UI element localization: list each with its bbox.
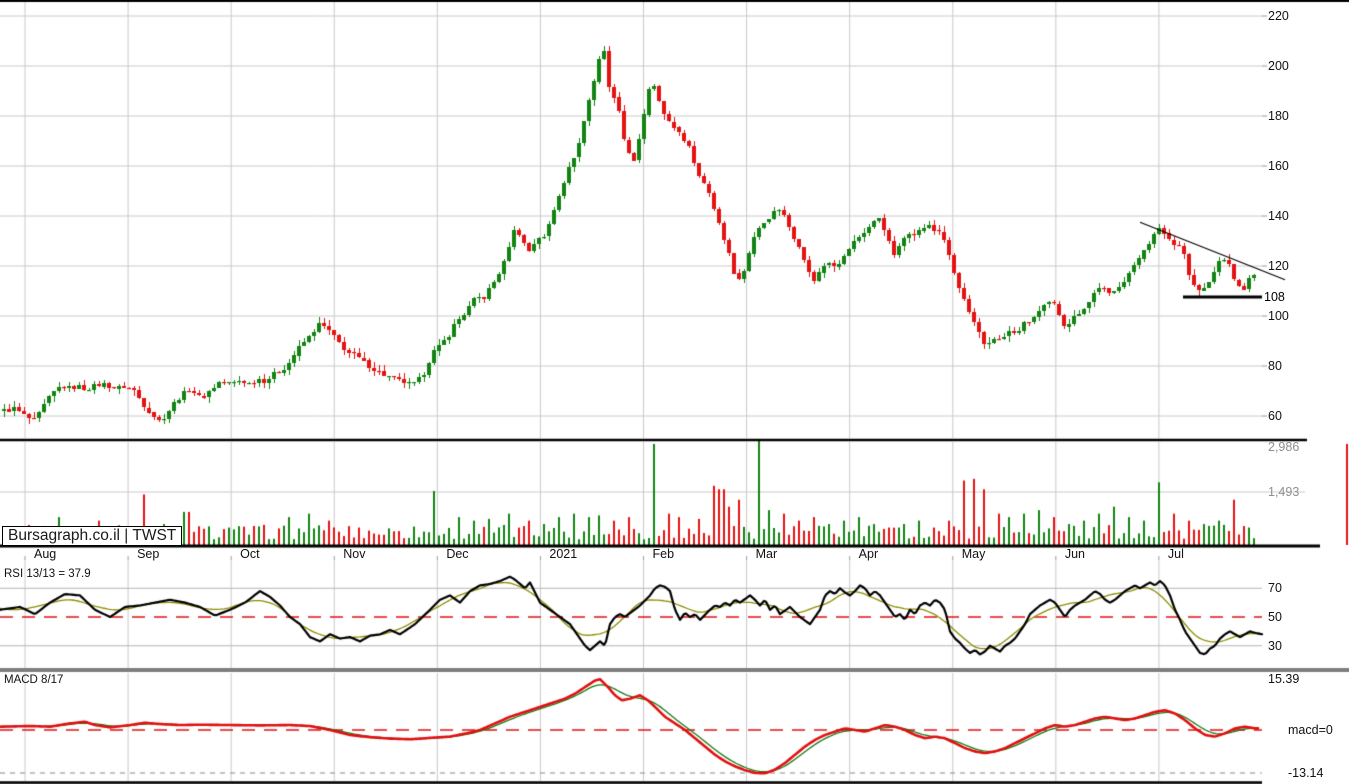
volume-axis-tick: 1,493 — [1268, 485, 1300, 499]
month-label-apr: Apr — [858, 547, 879, 561]
price-axis-tick: 160 — [1268, 159, 1289, 173]
price-axis-tick: 200 — [1268, 59, 1289, 73]
chart-canvas[interactable] — [0, 0, 1349, 784]
rsi-axis-tick: 70 — [1268, 581, 1282, 596]
price-axis-tick: 180 — [1268, 109, 1289, 123]
macd-min-tick: -13.14 — [1288, 766, 1324, 780]
watermark-text: Bursagraph.co.il | TWST — [8, 527, 177, 544]
month-label-2021: 2021 — [549, 547, 578, 561]
price-axis-tick: 140 — [1268, 209, 1289, 223]
chart-stage: 220 200 180 160 140 120 100 80 60 2,986 1,493 70 50 3… — [0, 0, 1349, 784]
watermark: Bursagraph.co.il | TWST — [2, 526, 183, 546]
rsi-axis-tick: 50 — [1268, 610, 1282, 624]
price-axis-tick: 220 — [1268, 9, 1289, 23]
support-price-annotation: 108 — [1264, 290, 1285, 304]
rsi-axis-tick: 30 — [1268, 638, 1282, 653]
month-label-sep: Sep — [137, 547, 160, 561]
price-axis-tick: 80 — [1268, 359, 1282, 373]
month-label-oct: Oct — [240, 547, 260, 561]
macd-panel-label: MACD 8/17 — [4, 674, 64, 686]
price-axis-tick: 120 — [1268, 259, 1289, 273]
month-label-nov: Nov — [343, 547, 366, 561]
month-label-jun: Jun — [1064, 547, 1085, 561]
month-label-aug: Aug — [34, 547, 57, 561]
price-axis-tick: 100 — [1268, 309, 1289, 323]
month-label-feb: Feb — [652, 547, 675, 561]
macd-zero-tick: macd=0 — [1288, 723, 1333, 737]
month-label-may: May — [961, 547, 986, 561]
month-label-mar: Mar — [755, 547, 778, 561]
month-label-jul: Jul — [1167, 547, 1184, 561]
month-label-dec: Dec — [446, 547, 469, 561]
rsi-panel-label: RSI 13/13 = 37.9 — [4, 568, 91, 580]
volume-axis-tick: 2,986 — [1268, 440, 1300, 454]
price-axis-tick: 60 — [1268, 409, 1282, 423]
macd-max-tick: 15.39 — [1268, 672, 1300, 686]
